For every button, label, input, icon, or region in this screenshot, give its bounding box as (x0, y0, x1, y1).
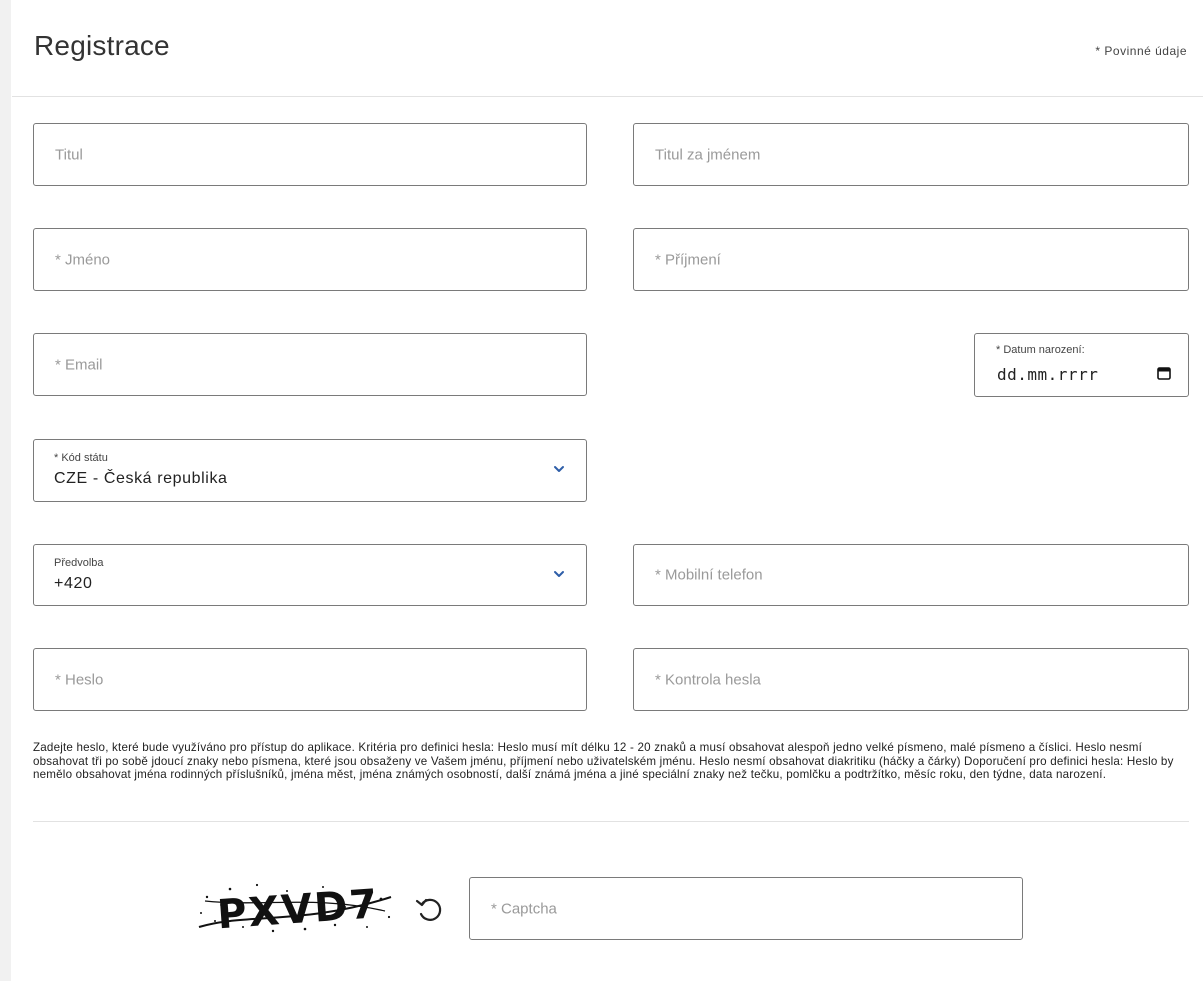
password-confirm-placeholder: * Kontrola hesla (655, 671, 761, 688)
country-code-value: CZE - Česká republika (54, 470, 228, 487)
divider (33, 821, 1189, 822)
captcha-text: PXVD7 (216, 881, 381, 938)
left-rule (0, 0, 11, 981)
country-code-label: * Kód státu (54, 452, 108, 464)
chevron-down-icon[interactable] (552, 567, 566, 581)
birth-date-label: * Datum narození: (996, 344, 1085, 356)
page-header: Registrace * Povinné údaje (12, 0, 1203, 97)
phone-prefix-select[interactable]: Předvolba +420 (33, 544, 587, 606)
title-after-field[interactable]: Titul za jménem (633, 123, 1189, 186)
captcha-field[interactable]: * Captcha (469, 877, 1023, 940)
last-name-field[interactable]: * Příjmení (633, 228, 1189, 291)
country-code-select[interactable]: * Kód státu CZE - Česká republika (33, 439, 587, 502)
captcha-placeholder: * Captcha (491, 900, 557, 917)
first-name-field[interactable]: * Jméno (33, 228, 587, 291)
page-title: Registrace (34, 30, 170, 61)
email-placeholder: * Email (55, 356, 103, 373)
title-after-placeholder: Titul za jménem (655, 146, 761, 163)
password-field[interactable]: * Heslo (33, 648, 587, 711)
birth-date-value: dd.mm.rrrr (997, 365, 1099, 384)
captcha-image: PXVD7 (198, 881, 392, 938)
password-help-text: Zadejte heslo, které bude využíváno pro … (33, 741, 1174, 781)
phone-prefix-value: +420 (54, 575, 93, 592)
birth-date-field[interactable]: * Datum narození: dd.mm.rrrr (974, 333, 1189, 397)
phone-prefix-label: Předvolba (54, 557, 104, 569)
mobile-phone-field[interactable]: * Mobilní telefon (633, 544, 1189, 606)
title-before-placeholder: Titul (55, 146, 83, 163)
refresh-icon[interactable] (413, 892, 447, 926)
first-name-placeholder: * Jméno (55, 251, 111, 268)
password-confirm-field[interactable]: * Kontrola hesla (633, 648, 1189, 711)
mobile-phone-placeholder: * Mobilní telefon (655, 566, 763, 584)
required-fields-note: * Povinné údaje (1095, 44, 1187, 58)
title-before-field[interactable]: Titul (33, 123, 587, 186)
chevron-down-icon[interactable] (552, 462, 566, 476)
last-name-placeholder: * Příjmení (655, 251, 721, 268)
calendar-icon[interactable] (1157, 366, 1171, 380)
email-field[interactable]: * Email (33, 333, 587, 396)
password-placeholder: * Heslo (55, 671, 104, 688)
